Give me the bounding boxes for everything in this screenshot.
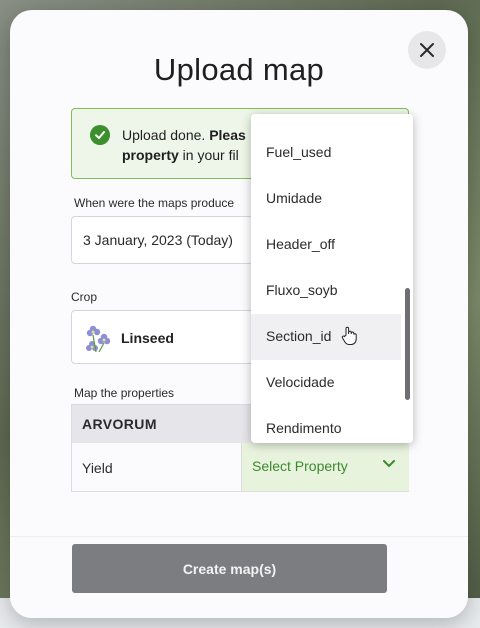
table-row-label: Yield (82, 460, 113, 476)
dropdown-option[interactable]: Header_off (251, 222, 401, 268)
properties-label: Map the properties (74, 386, 175, 400)
chevron-down-icon (383, 460, 395, 468)
property-dropdown-menu: Fuel_used Umidade Header_off Fluxo_soyb … (251, 114, 413, 443)
column-header: ARVORUM (72, 405, 242, 443)
date-input[interactable]: 3 January, 2023 (Today) (71, 216, 271, 264)
dropdown-option[interactable]: Velocidade (251, 360, 401, 406)
select-property-label: Select Property (252, 458, 348, 474)
crop-label: Crop (71, 290, 98, 304)
dropdown-option[interactable]: Umidade (251, 176, 401, 222)
select-property-dropdown[interactable]: Select Property (241, 443, 409, 491)
banner-text-normal: Upload done. (122, 127, 210, 143)
modal-title: Upload map (153, 52, 325, 87)
dropdown-scrollbar[interactable] (405, 288, 410, 400)
create-maps-button[interactable]: Create map(s) (72, 544, 387, 593)
banner-text-normal-2: in your fil (178, 147, 239, 163)
dropdown-option[interactable]: Fuel_used (251, 130, 401, 176)
check-circle-icon (90, 125, 110, 145)
dropdown-option-hovered[interactable]: Section_id (251, 314, 401, 360)
date-label: When were the maps produce (74, 196, 235, 210)
banner-text-bold: Pleas (209, 127, 246, 143)
dropdown-option[interactable]: Rendimento (251, 406, 401, 443)
banner-text-bold-2: property (122, 147, 179, 163)
hand-pointer-icon (341, 326, 357, 345)
dropdown-option[interactable]: Fluxo_soyb (251, 268, 401, 314)
linseed-flower-icon (86, 325, 111, 353)
crop-select[interactable]: Linseed (71, 310, 271, 364)
crop-value: Linseed (121, 330, 174, 346)
